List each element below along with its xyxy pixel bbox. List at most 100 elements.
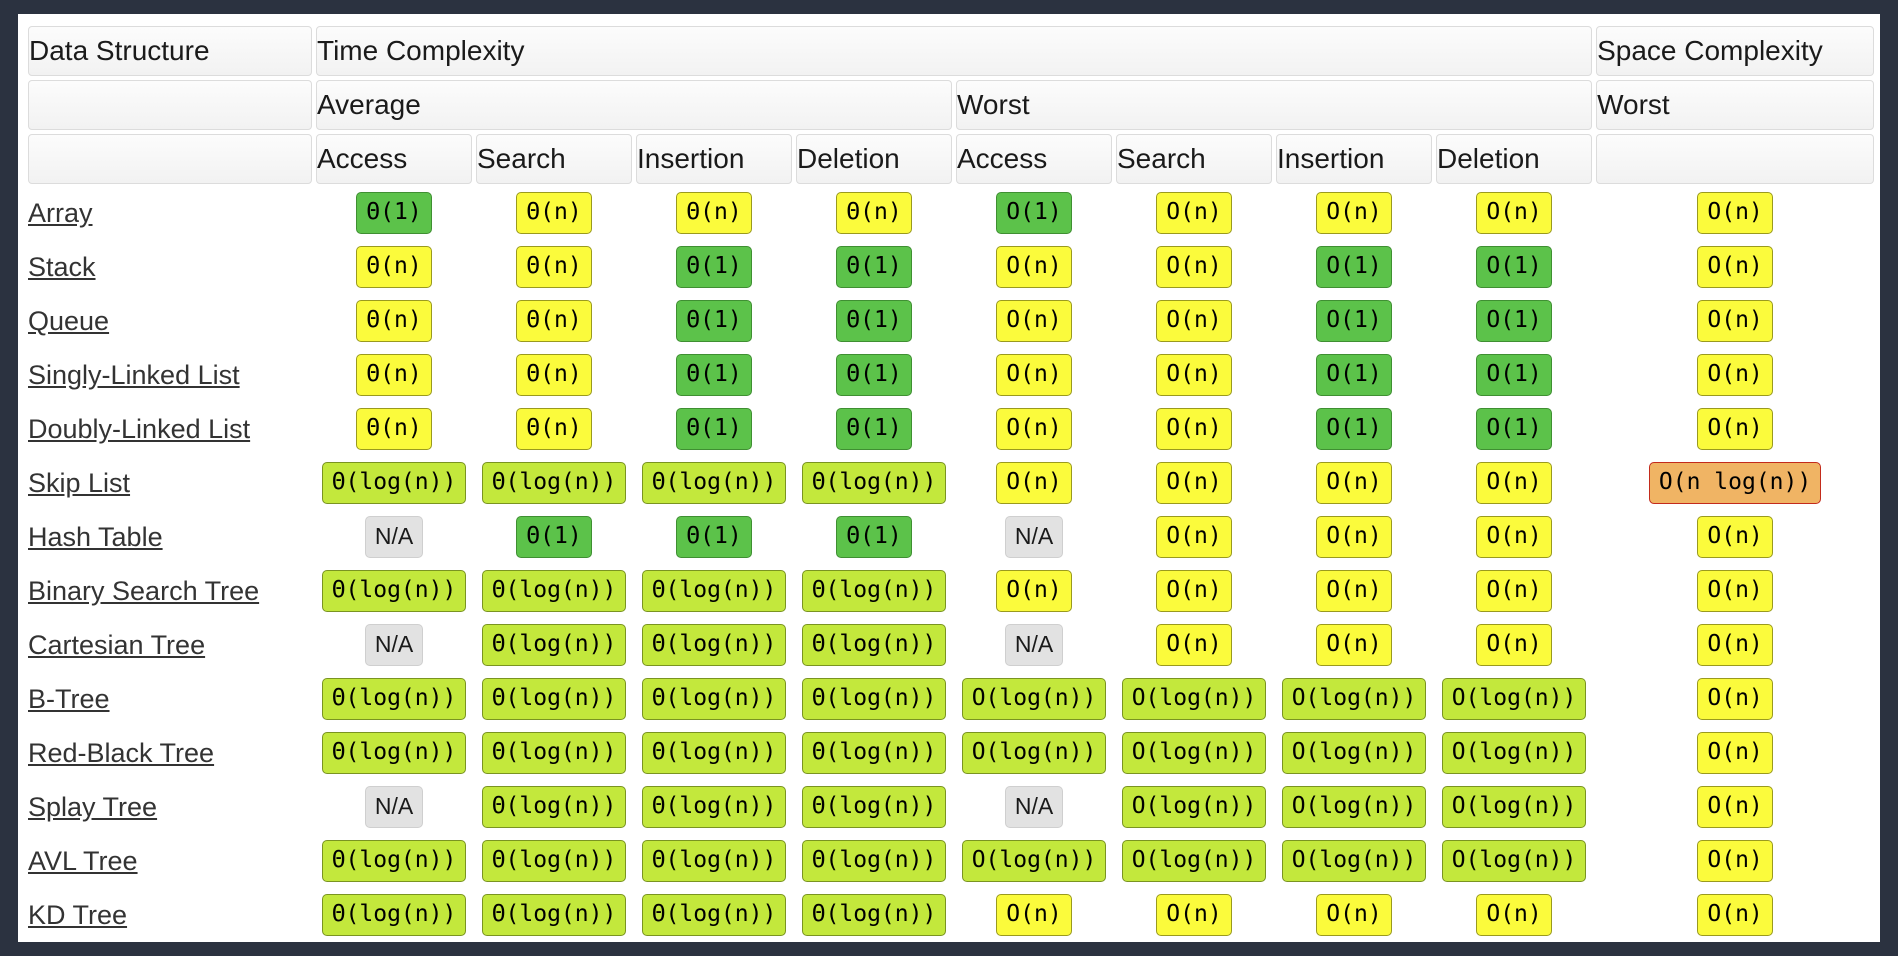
complexity-badge: Θ(n) — [356, 246, 432, 288]
complexity-cell: O(n) — [1116, 242, 1272, 292]
complexity-badge: O(n) — [1156, 246, 1232, 288]
complexity-cell: O(n) — [1276, 458, 1432, 508]
complexity-cell: Θ(log(n)) — [636, 566, 792, 616]
complexity-badge: O(1) — [1476, 300, 1552, 342]
complexity-cell: N/A — [956, 782, 1112, 832]
complexity-cell: O(1) — [1436, 350, 1592, 400]
complexity-cell: Θ(1) — [636, 404, 792, 454]
complexity-badge: O(n) — [1697, 840, 1773, 882]
complexity-cell: Θ(log(n)) — [796, 458, 952, 508]
data-structure-link-doubly-linked-list[interactable]: Doubly-Linked List — [28, 404, 312, 454]
complexity-badge: O(n) — [1316, 624, 1392, 666]
complexity-badge: O(log(n)) — [1441, 786, 1587, 828]
complexity-cell: O(n) — [1116, 458, 1272, 508]
complexity-badge: N/A — [364, 516, 424, 558]
data-structure-link-hash-table[interactable]: Hash Table — [28, 512, 312, 562]
complexity-badge: N/A — [364, 624, 424, 666]
complexity-cell: N/A — [956, 512, 1112, 562]
complexity-cell: O(n) — [1116, 890, 1272, 940]
complexity-badge: Θ(log(n)) — [641, 570, 787, 612]
complexity-cell: O(log(n)) — [1276, 782, 1432, 832]
complexity-badge: O(n) — [1697, 732, 1773, 774]
complexity-badge: Θ(log(n)) — [321, 462, 467, 504]
complexity-badge: Θ(log(n)) — [801, 732, 947, 774]
data-structure-link-splay-tree[interactable]: Splay Tree — [28, 782, 312, 832]
complexity-cell: O(n) — [1276, 890, 1432, 940]
header-op-deletion: Deletion — [796, 134, 952, 184]
complexity-badge: Θ(log(n)) — [481, 678, 627, 720]
complexity-badge: Θ(n) — [676, 192, 752, 234]
complexity-cell: Θ(log(n)) — [796, 620, 952, 670]
complexity-badge: Θ(log(n)) — [481, 894, 627, 936]
complexity-cell: Θ(log(n)) — [316, 674, 472, 724]
complexity-cell: O(n) — [1596, 620, 1874, 670]
data-structure-link-binary-search-tree[interactable]: Binary Search Tree — [28, 566, 312, 616]
header-op-access: Access — [316, 134, 472, 184]
complexity-cell: Θ(log(n)) — [796, 890, 952, 940]
complexity-badge: Θ(1) — [836, 516, 912, 558]
complexity-badge: O(n) — [1316, 570, 1392, 612]
complexity-badge: O(log(n)) — [1281, 786, 1427, 828]
complexity-cell: Θ(n) — [316, 242, 472, 292]
data-structure-link-queue[interactable]: Queue — [28, 296, 312, 346]
complexity-cell: Θ(log(n)) — [316, 890, 472, 940]
complexity-cell: Θ(log(n)) — [796, 566, 952, 616]
complexity-cell: Θ(n) — [316, 404, 472, 454]
complexity-badge: O(n) — [1697, 408, 1773, 450]
complexity-badge: O(log(n)) — [1121, 678, 1267, 720]
complexity-badge: Θ(log(n)) — [641, 462, 787, 504]
complexity-badge: Θ(log(n)) — [481, 624, 627, 666]
complexity-badge: Θ(1) — [676, 246, 752, 288]
complexity-cell: N/A — [956, 620, 1112, 670]
complexity-badge: Θ(log(n)) — [321, 732, 467, 774]
complexity-cell: Θ(log(n)) — [796, 782, 952, 832]
data-structure-link-cartesian-tree[interactable]: Cartesian Tree — [28, 620, 312, 670]
data-structure-link-kd-tree[interactable]: KD Tree — [28, 890, 312, 940]
complexity-cell: O(n) — [956, 890, 1112, 940]
data-structure-link-avl-tree[interactable]: AVL Tree — [28, 836, 312, 886]
table-row: Stack Θ(n) Θ(n) Θ(1) Θ(1) O(n) O(n) O(1) O(1) O(n… — [28, 242, 1874, 292]
complexity-cell: O(n) — [1116, 566, 1272, 616]
header-op-spacer-9 — [1596, 134, 1875, 184]
complexity-cell: O(n) — [1116, 404, 1272, 454]
complexity-badge: O(n) — [996, 300, 1072, 342]
complexity-cell: O(n) — [1596, 512, 1874, 562]
complexity-cell: O(n) — [1596, 296, 1874, 346]
complexity-cell: O(n) — [1436, 620, 1592, 670]
complexity-cell: O(log(n)) — [956, 728, 1112, 778]
table-row: AVL Tree Θ(log(n)) Θ(log(n)) Θ(log(n)) Θ(log… — [28, 836, 1874, 886]
complexity-badge: O(1) — [1476, 246, 1552, 288]
complexity-badge: O(n) — [1316, 192, 1392, 234]
complexity-badge: Θ(1) — [836, 300, 912, 342]
complexity-cell: Θ(log(n)) — [476, 458, 632, 508]
complexity-badge: O(n) — [1697, 786, 1773, 828]
complexity-badge: Θ(n) — [516, 408, 592, 450]
complexity-badge: Θ(log(n)) — [481, 840, 627, 882]
complexity-badge: Θ(1) — [676, 516, 752, 558]
complexity-cell: O(n) — [1116, 296, 1272, 346]
complexity-table: Data Structure Time Complexity Space Compl… — [24, 22, 1878, 944]
complexity-badge: O(n) — [1156, 570, 1232, 612]
complexity-badge: Θ(n) — [356, 408, 432, 450]
complexity-badge: Θ(1) — [836, 408, 912, 450]
complexity-badge: Θ(n) — [516, 246, 592, 288]
complexity-badge: Θ(1) — [516, 516, 592, 558]
complexity-cell: O(n) — [956, 566, 1112, 616]
complexity-cell: Θ(log(n)) — [316, 728, 472, 778]
complexity-badge: Θ(log(n)) — [641, 624, 787, 666]
complexity-cell: O(n) — [1436, 512, 1592, 562]
complexity-cell: O(n) — [956, 296, 1112, 346]
data-structure-link-array[interactable]: Array — [28, 188, 312, 238]
complexity-badge: N/A — [1004, 516, 1064, 558]
complexity-badge: Θ(log(n)) — [641, 840, 787, 882]
complexity-badge: O(log(n)) — [1281, 678, 1427, 720]
data-structure-link-skip-list[interactable]: Skip List — [28, 458, 312, 508]
complexity-cell: O(n) — [1596, 674, 1874, 724]
complexity-badge: O(n log(n)) — [1648, 462, 1822, 504]
data-structure-link-red-black-tree[interactable]: Red-Black Tree — [28, 728, 312, 778]
data-structure-link-b-tree[interactable]: B-Tree — [28, 674, 312, 724]
data-structure-link-singly-linked-list[interactable]: Singly-Linked List — [28, 350, 312, 400]
data-structure-link-stack[interactable]: Stack — [28, 242, 312, 292]
complexity-cell: Θ(1) — [796, 350, 952, 400]
complexity-badge: Θ(log(n)) — [481, 462, 627, 504]
